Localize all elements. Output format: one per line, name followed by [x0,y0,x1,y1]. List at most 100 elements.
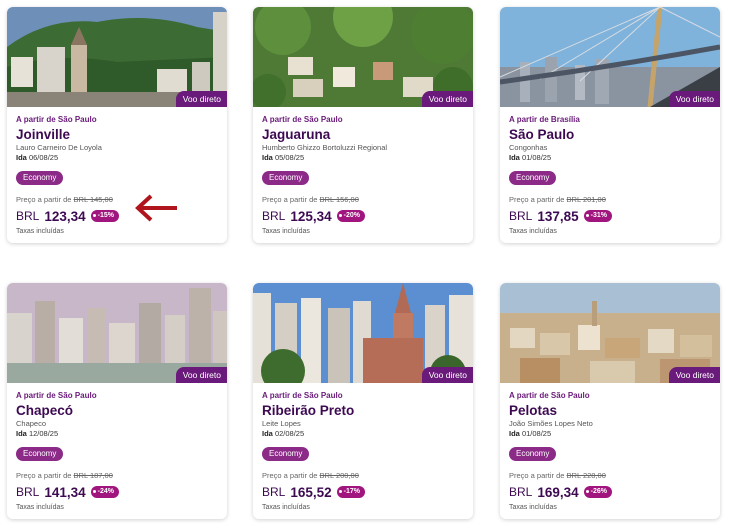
currency: BRL [509,209,533,223]
old-price: BRL 200,00 [319,471,359,480]
price-from-label: Preço a partir de [16,471,72,480]
currency: BRL [16,485,40,499]
airport-name: Leite Lopes [262,419,301,428]
fare-class-badge: Economy [262,447,310,461]
price-amount: 137,85 [537,208,579,224]
origin-label: A partir de São Paulo [262,115,343,124]
direct-flight-badge: Voo direto [668,367,720,383]
airport-name: Humberto Ghizzo Bortoluzzi Regional [262,143,388,152]
departure-date: 05/08/25 [274,153,305,162]
discount-tag-icon: -20% [336,210,365,222]
departure-date: 01/08/25 [521,429,552,438]
destination-card-ribeirao-preto[interactable]: Voo direto A partir de São Paulo Ribeirã… [253,283,473,519]
price-amount: 141,34 [44,484,86,500]
fare-class-badge: Economy [509,447,557,461]
taxes-included: Taxas incluídas [16,504,64,511]
fare-class-badge: Economy [16,447,64,461]
price-amount: 169,34 [537,484,579,500]
price-from-label: Preço a partir de [16,195,72,204]
destination-photo: Voo direto [500,7,720,107]
origin-label: A partir de São Paulo [16,391,97,400]
taxes-included: Taxas incluídas [16,228,64,235]
destination-photo: Voo direto [7,283,227,383]
departure-date: 01/08/25 [521,153,552,162]
date-label: Ida [262,153,273,162]
origin-label: A partir de São Paulo [262,391,343,400]
currency: BRL [262,485,286,499]
destination-card-pelotas[interactable]: Voo direto A partir de São Paulo Pelotas… [500,283,720,519]
price-amount: 125,34 [290,208,332,224]
price-row: BRL 123,34 -15% [16,208,218,224]
date-label: Ida [16,153,27,162]
price-from-row: Preço a partir de BRL 187,00 [16,471,218,481]
currency: BRL [16,209,40,223]
direct-flight-badge: Voo direto [175,367,227,383]
price-row: BRL 169,34 -26% [509,484,711,500]
price-from-row: Preço a partir de BRL 200,00 [262,471,464,481]
price-amount: 165,52 [290,484,332,500]
destination-photo: Voo direto [7,7,227,107]
destination-city: Chapecó [16,403,74,418]
destination-card-joinville[interactable]: Voo direto A partir de São Paulo Joinvil… [7,7,227,243]
departure-date-row: Ida 01/08/25 [509,153,711,163]
fare-class-badge: Economy [509,171,557,185]
old-price: BRL 201,00 [566,195,606,204]
destination-card-chapeco[interactable]: Voo direto A partir de São Paulo Chapecó… [7,283,227,519]
destination-grid: Voo direto A partir de São Paulo Joinvil… [7,7,721,521]
destination-city: Joinville [16,127,71,142]
date-label: Ida [509,153,520,162]
destination-city: Jaguaruna [262,127,331,142]
price-row: BRL 125,34 -20% [262,208,464,224]
price-row: BRL 165,52 -17% [262,484,464,500]
currency: BRL [262,209,286,223]
destination-card-sao-paulo[interactable]: Voo direto A partir de Brasília São Paul… [500,7,720,243]
discount-tag-icon: -17% [336,486,365,498]
price-from-label: Preço a partir de [509,471,565,480]
discount-tag-icon: -31% [583,210,612,222]
old-price: BRL 228,00 [566,471,606,480]
destination-city: São Paulo [509,127,575,142]
departure-date-row: Ida 01/08/25 [509,429,711,439]
currency: BRL [509,485,533,499]
airport-name: João Simões Lopes Neto [509,419,593,428]
airport-name: Chapeco [16,419,47,428]
origin-label: A partir de São Paulo [16,115,97,124]
price-from-row: Preço a partir de BRL 156,00 [262,195,464,205]
discount-tag-icon: -24% [90,486,119,498]
origin-label: A partir de Brasília [509,115,580,124]
taxes-included: Taxas incluídas [509,228,557,235]
direct-flight-badge: Voo direto [421,91,473,107]
price-amount: 123,34 [44,208,86,224]
departure-date: 12/08/25 [28,429,59,438]
taxes-included: Taxas incluídas [262,228,310,235]
destination-photo: Voo direto [253,283,473,383]
direct-flight-badge: Voo direto [175,91,227,107]
airport-name: Lauro Carneiro De Loyola [16,143,102,152]
price-from-row: Preço a partir de BRL 201,00 [509,195,711,205]
departure-date-row: Ida 06/08/25 [16,153,218,163]
airport-name: Congonhas [509,143,548,152]
destination-city: Ribeirão Preto [262,403,355,418]
discount-tag-icon: -26% [583,486,612,498]
fare-class-badge: Economy [262,171,310,185]
departure-date-row: Ida 12/08/25 [16,429,218,439]
date-label: Ida [262,429,273,438]
origin-label: A partir de São Paulo [509,391,590,400]
departure-date: 06/08/25 [28,153,59,162]
price-row: BRL 137,85 -31% [509,208,711,224]
red-arrow-icon [135,194,177,222]
destination-city: Pelotas [509,403,558,418]
price-from-row: Preço a partir de BRL 145,00 [16,195,218,205]
price-row: BRL 141,34 -24% [16,484,218,500]
price-from-label: Preço a partir de [509,195,565,204]
price-from-row: Preço a partir de BRL 228,00 [509,471,711,481]
destination-photo: Voo direto [500,283,720,383]
destination-card-jaguaruna[interactable]: Voo direto A partir de São Paulo Jaguaru… [253,7,473,243]
date-label: Ida [509,429,520,438]
departure-date-row: Ida 05/08/25 [262,153,464,163]
fare-class-badge: Economy [16,171,64,185]
old-price: BRL 156,00 [319,195,359,204]
taxes-included: Taxas incluídas [509,504,557,511]
departure-date-row: Ida 02/08/25 [262,429,464,439]
taxes-included: Taxas incluídas [262,504,310,511]
